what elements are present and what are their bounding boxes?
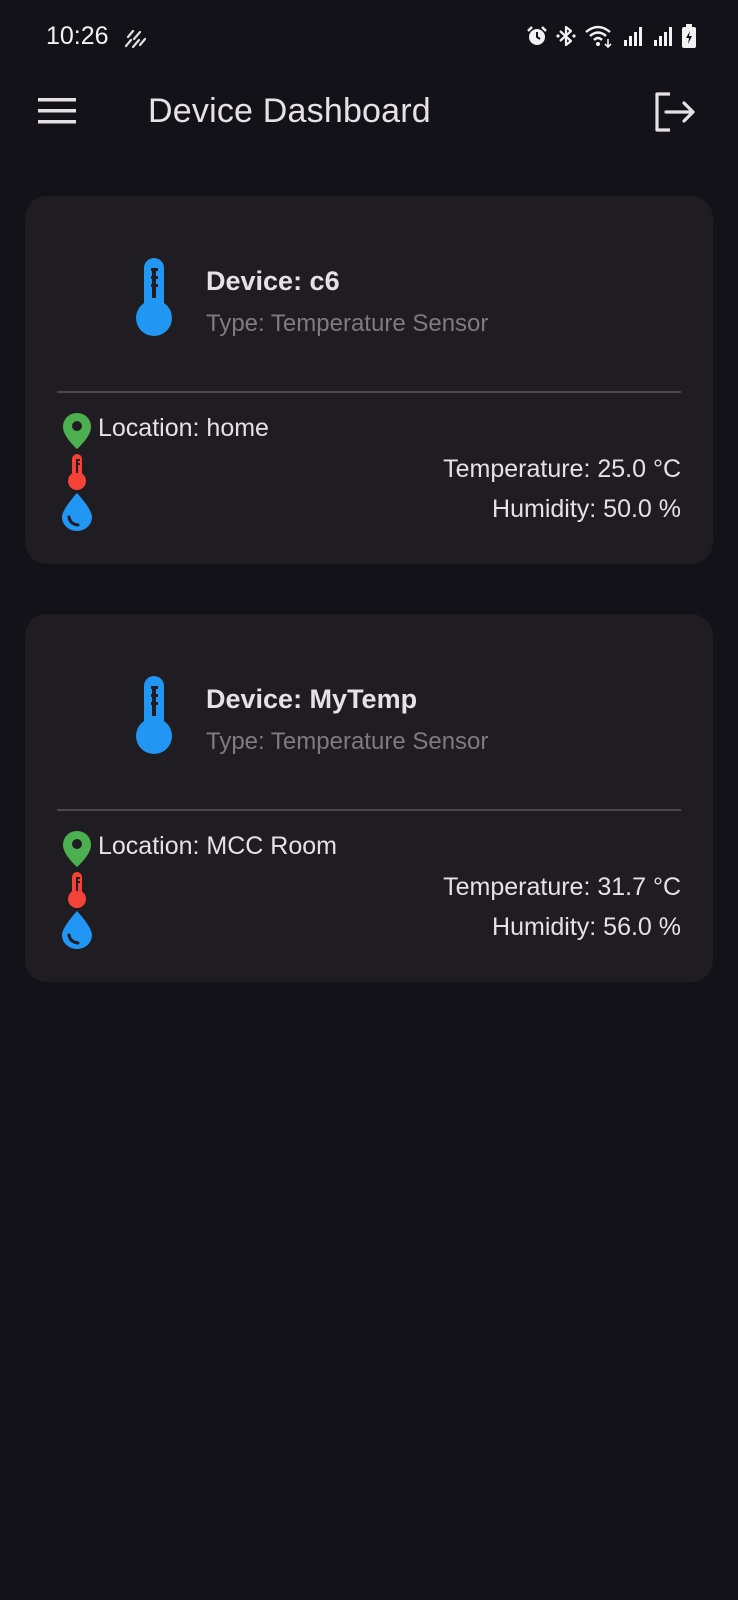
device-temperature: Temperature: 25.0 °C <box>443 455 681 483</box>
app-bar: Device Dashboard <box>0 72 738 152</box>
logout-button[interactable] <box>652 90 696 134</box>
device-location: Location: home <box>98 414 269 442</box>
device-temperature: Temperature: 31.7 °C <box>443 873 681 901</box>
wifi-icon <box>585 25 612 48</box>
signal-icon <box>654 27 672 46</box>
battery-icon <box>682 24 696 48</box>
device-humidity: Humidity: 56.0 % <box>492 913 681 941</box>
menu-icon <box>38 98 76 124</box>
alarm-icon <box>527 26 547 45</box>
logout-icon <box>655 92 695 132</box>
page-title: Device Dashboard <box>148 92 431 130</box>
device-location: Location: MCC Room <box>98 832 337 860</box>
weather-icon <box>124 29 147 49</box>
device-card[interactable]: Device: MyTemp Type: Temperature Sensor … <box>25 614 713 982</box>
device-card[interactable]: Device: c6 Type: Temperature Sensor Loca… <box>25 196 713 564</box>
status-bar: 10:26 <box>0 0 738 72</box>
status-time: 10:26 <box>46 22 109 50</box>
device-type: Type: Temperature Sensor <box>206 728 489 755</box>
temperature-icon <box>68 454 86 490</box>
thermometer-icon <box>136 676 172 754</box>
bluetooth-icon <box>556 25 576 47</box>
device-name: Device: c6 <box>206 266 340 296</box>
device-name: Device: MyTemp <box>206 684 418 714</box>
divider <box>57 391 681 393</box>
menu-button[interactable] <box>38 96 76 126</box>
device-humidity: Humidity: 50.0 % <box>492 495 681 523</box>
status-icons <box>526 24 696 48</box>
location-pin-icon <box>63 831 91 867</box>
divider <box>57 809 681 811</box>
location-pin-icon <box>63 413 91 449</box>
signal-icon <box>624 27 642 46</box>
device-type: Type: Temperature Sensor <box>206 310 489 337</box>
thermometer-icon <box>136 258 172 336</box>
temperature-icon <box>68 872 86 908</box>
humidity-drop-icon <box>62 911 92 949</box>
humidity-drop-icon <box>62 493 92 531</box>
